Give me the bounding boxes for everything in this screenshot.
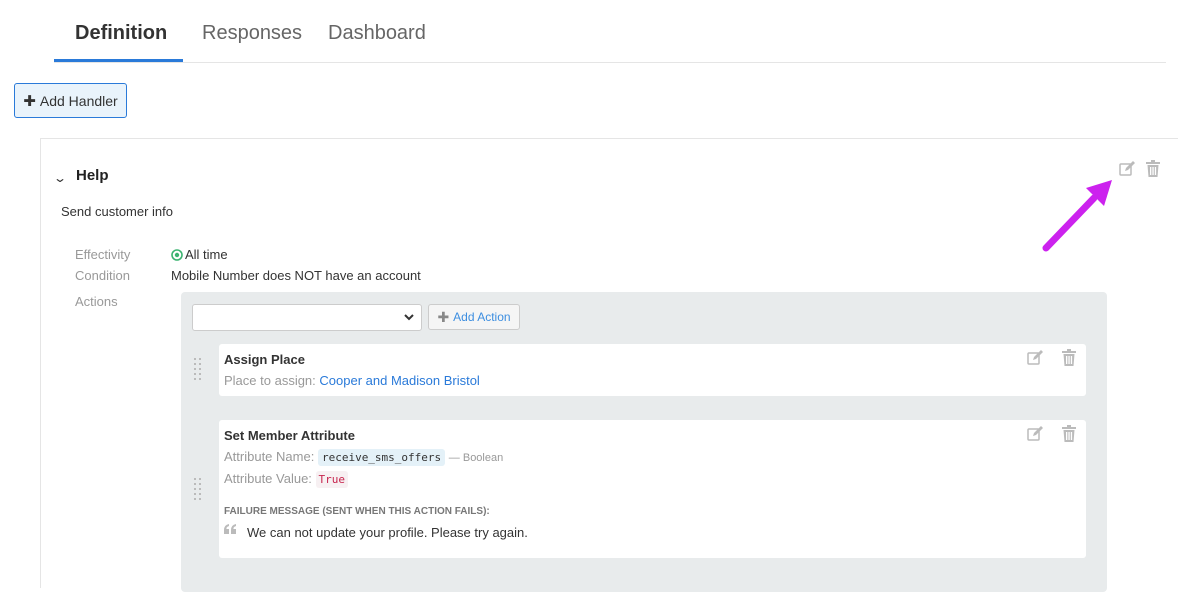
place-to-assign-value[interactable]: Cooper and Madison Bristol — [319, 373, 479, 388]
action-title: Assign Place — [224, 352, 305, 367]
failure-message-label: FAILURE MESSAGE (SENT WHEN THIS ACTION F… — [224, 506, 490, 517]
attribute-name-value: receive_sms_offers — [317, 449, 446, 466]
active-tab-indicator — [54, 59, 183, 62]
plus-icon: ✚ — [23, 92, 36, 110]
place-to-assign-line: Place to assign: Cooper and Madison Bris… — [224, 373, 480, 388]
attribute-value-value: True — [315, 471, 349, 488]
attribute-value-line: Attribute Value: True — [224, 471, 349, 488]
tab-responses[interactable]: Responses — [202, 20, 302, 45]
add-handler-label: Add Handler — [39, 92, 118, 109]
actions-panel: ✚ Add Action Assign Place Place to assig… — [181, 292, 1107, 592]
plus-icon: ✚ — [437, 308, 450, 325]
quote-icon — [224, 524, 236, 534]
attribute-name-line: Attribute Name: receive_sms_offers — Boo… — [224, 449, 504, 466]
action-title: Set Member Attribute — [224, 428, 355, 443]
add-action-button[interactable]: ✚ Add Action — [428, 304, 520, 330]
effectivity-label: Effectivity — [75, 247, 131, 262]
delete-handler-icon[interactable] — [1143, 159, 1163, 179]
actions-label: Actions — [75, 294, 118, 309]
condition-label: Condition — [75, 268, 130, 283]
action-type-select[interactable] — [192, 304, 422, 331]
effectivity-value: All time — [171, 247, 228, 262]
edit-action-icon[interactable] — [1025, 348, 1045, 368]
place-to-assign-label: Place to assign: — [224, 373, 316, 388]
action-card-set-member-attribute: Set Member Attribute Attribute Name: rec… — [219, 420, 1086, 558]
attribute-name-label: Attribute Name: — [224, 449, 315, 464]
handler-title: Help — [76, 167, 109, 184]
attribute-value-label: Attribute Value: — [224, 471, 312, 486]
effectivity-text: All time — [185, 247, 228, 262]
arrow-annotation — [1042, 180, 1112, 252]
delete-action-icon[interactable] — [1059, 348, 1079, 368]
add-action-label: Add Action — [453, 310, 511, 324]
delete-action-icon[interactable] — [1059, 424, 1079, 444]
chevron-down-icon — [404, 314, 414, 321]
add-handler-button[interactable]: ✚ Add Handler — [14, 83, 127, 118]
tab-dashboard[interactable]: Dashboard — [328, 20, 426, 45]
condition-value: Mobile Number does NOT have an account — [171, 268, 421, 283]
tab-definition[interactable]: Definition — [75, 20, 167, 45]
tab-bar: Definition Responses Dashboard — [54, 0, 1166, 63]
drag-handle-icon[interactable] — [193, 357, 203, 381]
edit-action-icon[interactable] — [1025, 424, 1045, 444]
action-card-assign-place: Assign Place Place to assign: Cooper and… — [219, 344, 1086, 396]
check-circle-icon — [171, 249, 183, 261]
edit-handler-icon[interactable] — [1117, 159, 1137, 179]
handler-description: Send customer info — [61, 204, 174, 219]
chevron-down-icon[interactable]: ⌄ — [53, 171, 67, 185]
attribute-type: — Boolean — [448, 452, 504, 464]
failure-message: We can not update your profile. Please t… — [247, 525, 528, 540]
handler-card: ⌄ Help Send customer info Effectivity Al… — [40, 138, 1178, 592]
drag-handle-icon[interactable] — [193, 477, 203, 501]
